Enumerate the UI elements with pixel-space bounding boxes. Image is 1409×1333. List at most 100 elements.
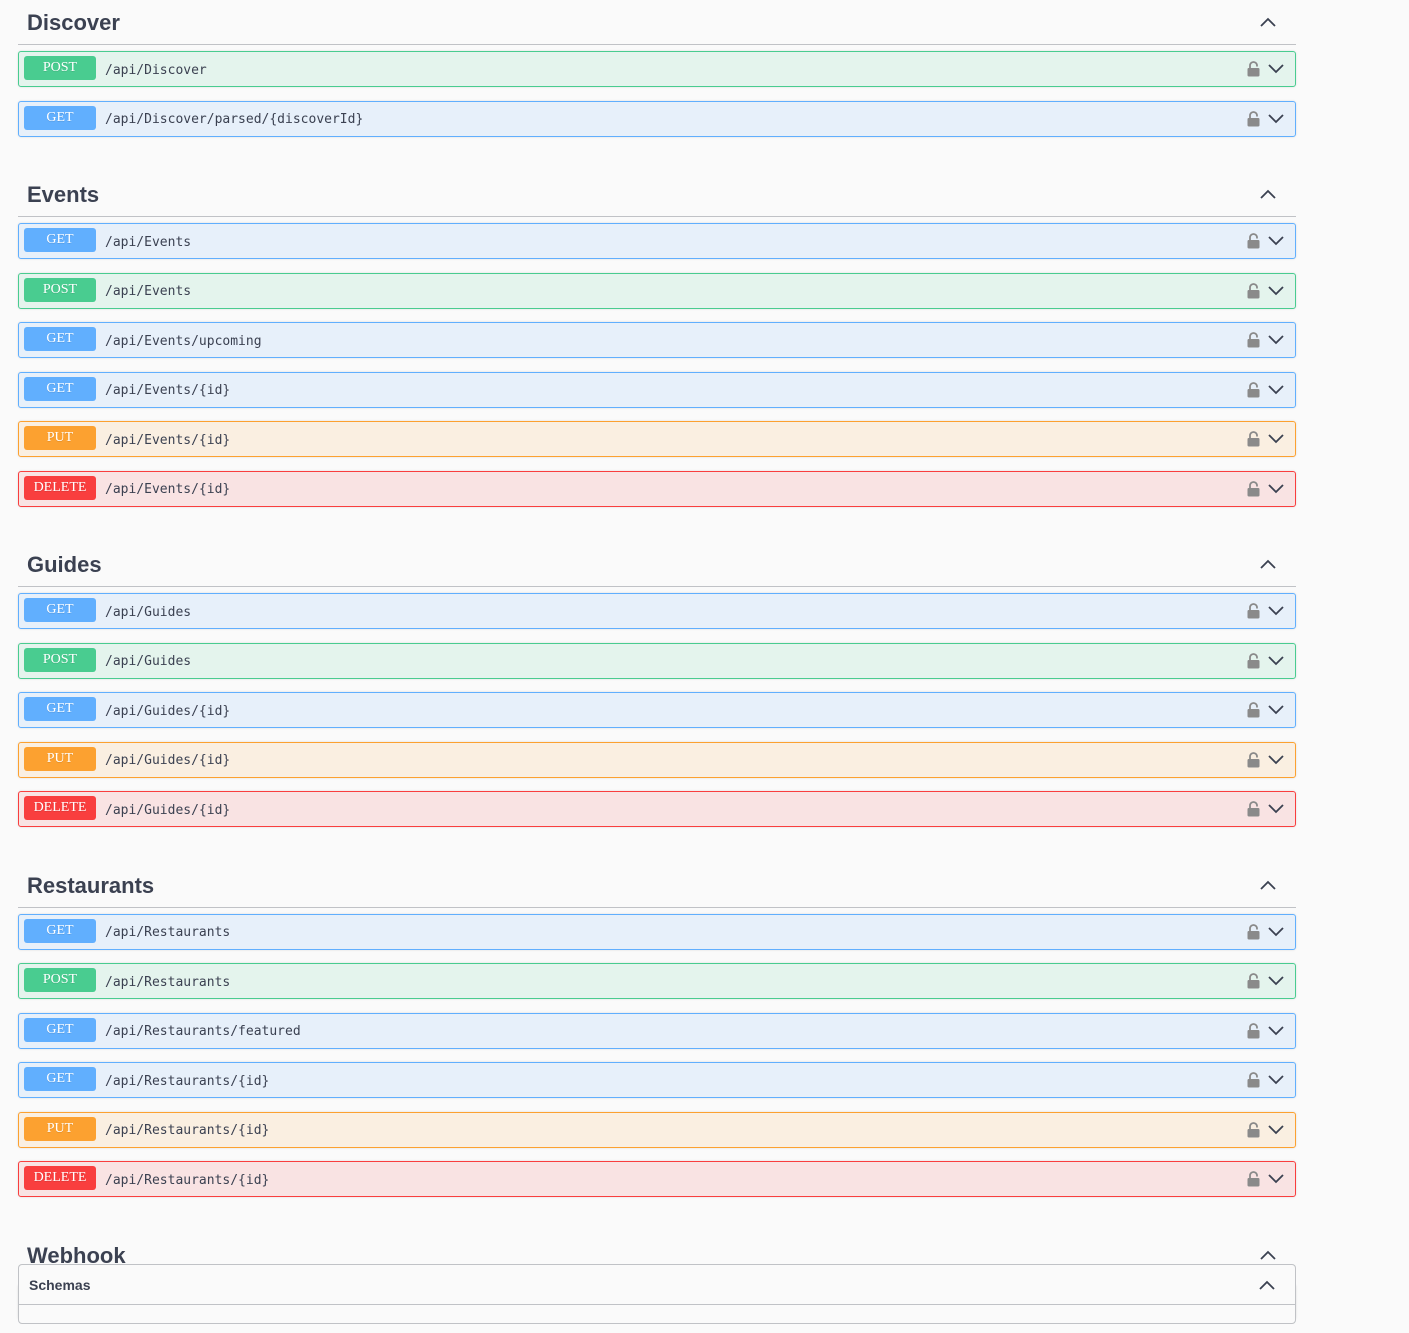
lock-icon[interactable] [1247, 603, 1260, 619]
operation-row[interactable]: GET/api/Events/upcoming [18, 322, 1296, 358]
chevron-up-icon[interactable] [1258, 1245, 1278, 1265]
chevron-up-icon[interactable] [1258, 875, 1278, 895]
method-badge-get: GET [24, 1017, 96, 1042]
lock-icon[interactable] [1247, 282, 1260, 299]
lock-icon[interactable] [1247, 381, 1260, 398]
method-badge-delete: DELETE [24, 796, 96, 820]
chevron-down-icon[interactable] [1268, 285, 1284, 296]
operation-path: /api/Events/upcoming [105, 333, 262, 349]
operation-row[interactable]: GET/api/Events/{id} [18, 371, 1296, 408]
lock-icon[interactable] [1247, 233, 1260, 249]
lock-icon[interactable] [1247, 973, 1260, 989]
operation-path: /api/Events/{id} [105, 482, 231, 497]
method-badge-post: POST [24, 968, 96, 992]
chevron-down-icon[interactable] [1268, 1124, 1284, 1135]
operation-path: /api/Discover/parsed/{discoverId} [105, 112, 364, 127]
chevron-up-icon[interactable] [1258, 554, 1278, 574]
operation-row[interactable]: GET/api/Discover/parsed/{discoverId} [18, 100, 1296, 137]
lock-icon[interactable] [1247, 1022, 1260, 1039]
tag-header-discover[interactable]: Discover [18, 0, 1296, 45]
operation-row[interactable]: DELETE/api/Restaurants/{id} [18, 1161, 1296, 1197]
chevron-up-icon[interactable] [1257, 1275, 1277, 1295]
operation-path: /api/Events/{id} [105, 432, 231, 448]
operation-path: /api/Restaurants/{id} [105, 1073, 270, 1089]
lock-icon[interactable] [1247, 1171, 1260, 1187]
chevron-down-icon[interactable] [1268, 705, 1284, 715]
method-badge-get: GET [24, 376, 96, 401]
operation-row[interactable]: GET/api/Guides/{id} [18, 692, 1296, 728]
lock-icon[interactable] [1247, 702, 1260, 718]
operation-path: /api/Restaurants [105, 925, 231, 940]
operation-row[interactable]: PUT/api/Events/{id} [18, 421, 1296, 457]
operation-controls [1247, 61, 1284, 77]
chevron-down-icon[interactable] [1268, 434, 1284, 444]
operation-controls [1247, 923, 1284, 940]
operation-controls [1247, 431, 1284, 447]
operation-row[interactable]: POST/api/Restaurants [18, 963, 1296, 999]
chevron-down-icon[interactable] [1268, 606, 1284, 616]
operation-path: /api/Guides/{id} [105, 802, 231, 818]
chevron-down-icon[interactable] [1268, 926, 1284, 937]
operation-row[interactable]: DELETE/api/Events/{id} [18, 470, 1296, 507]
operation-row[interactable]: POST/api/Discover [18, 51, 1296, 87]
chevron-down-icon[interactable] [1268, 335, 1284, 345]
chevron-up-icon[interactable] [1258, 12, 1278, 32]
chevron-down-icon[interactable] [1268, 754, 1284, 765]
lock-icon[interactable] [1247, 61, 1260, 77]
lock-icon[interactable] [1247, 751, 1260, 768]
operation-controls [1247, 282, 1284, 299]
operation-row[interactable]: POST/api/Guides [18, 642, 1296, 679]
lock-icon[interactable] [1247, 431, 1260, 447]
chevron-down-icon[interactable] [1268, 804, 1284, 814]
operation-controls [1247, 973, 1284, 989]
operation-path: /api/Discover [105, 62, 207, 78]
method-badge-post: POST [24, 277, 96, 302]
operation-controls [1247, 332, 1284, 348]
method-badge-put: PUT [24, 1116, 96, 1141]
lock-icon[interactable] [1247, 652, 1260, 669]
chevron-down-icon[interactable] [1268, 976, 1284, 986]
tag-header-events[interactable]: Events [18, 172, 1296, 217]
lock-icon[interactable] [1247, 332, 1260, 348]
operation-path: /api/Restaurants [105, 974, 231, 990]
tag-header-restaurants[interactable]: Restaurants [18, 863, 1296, 908]
chevron-down-icon[interactable] [1268, 1025, 1284, 1036]
chevron-down-icon[interactable] [1268, 655, 1284, 666]
lock-icon[interactable] [1247, 1072, 1260, 1088]
chevron-down-icon[interactable] [1268, 1075, 1284, 1085]
lock-icon[interactable] [1247, 480, 1260, 497]
operation-controls [1247, 381, 1284, 398]
schemas-title: Schemas [29, 1276, 91, 1293]
operation-row[interactable]: PUT/api/Restaurants/{id} [18, 1111, 1296, 1148]
operation-row[interactable]: DELETE/api/Guides/{id} [18, 791, 1296, 827]
chevron-down-icon[interactable] [1268, 384, 1284, 395]
tag-section-guides: Guides GET/api/Guides POST/api/Guides GET/a… [18, 542, 1296, 827]
operations-list: Discover POST/api/Discover GET/api/Discove… [18, 0, 1296, 1333]
operation-row[interactable]: GET/api/Restaurants/featured [18, 1012, 1296, 1049]
operation-row[interactable]: GET/api/Guides [18, 593, 1296, 629]
schemas-header[interactable]: Schemas [19, 1265, 1295, 1305]
chevron-down-icon[interactable] [1268, 64, 1284, 74]
chevron-down-icon[interactable] [1268, 483, 1284, 494]
operation-controls [1247, 702, 1284, 718]
chevron-down-icon[interactable] [1268, 113, 1284, 124]
method-badge-put: PUT [24, 746, 96, 771]
operation-row[interactable]: POST/api/Events [18, 272, 1296, 309]
lock-icon[interactable] [1247, 110, 1260, 127]
tag-section-restaurants: Restaurants GET/api/Restaurants POST/api/R… [18, 863, 1296, 1197]
chevron-down-icon[interactable] [1268, 1174, 1284, 1184]
lock-icon[interactable] [1247, 923, 1260, 940]
lock-icon[interactable] [1247, 1121, 1260, 1138]
chevron-down-icon[interactable] [1268, 236, 1284, 246]
operation-row[interactable]: GET/api/Restaurants [18, 913, 1296, 950]
operation-row[interactable]: PUT/api/Guides/{id} [18, 741, 1296, 778]
chevron-up-icon[interactable] [1258, 184, 1278, 204]
tag-header-guides[interactable]: Guides [18, 542, 1296, 587]
tag-section-events: Events GET/api/Events POST/api/Events GET/a… [18, 172, 1296, 507]
lock-icon[interactable] [1247, 801, 1260, 817]
operation-path: /api/Events/{id} [105, 383, 231, 398]
method-badge-get: GET [24, 697, 96, 721]
operation-row[interactable]: GET/api/Events [18, 223, 1296, 259]
operation-row[interactable]: GET/api/Restaurants/{id} [18, 1062, 1296, 1098]
